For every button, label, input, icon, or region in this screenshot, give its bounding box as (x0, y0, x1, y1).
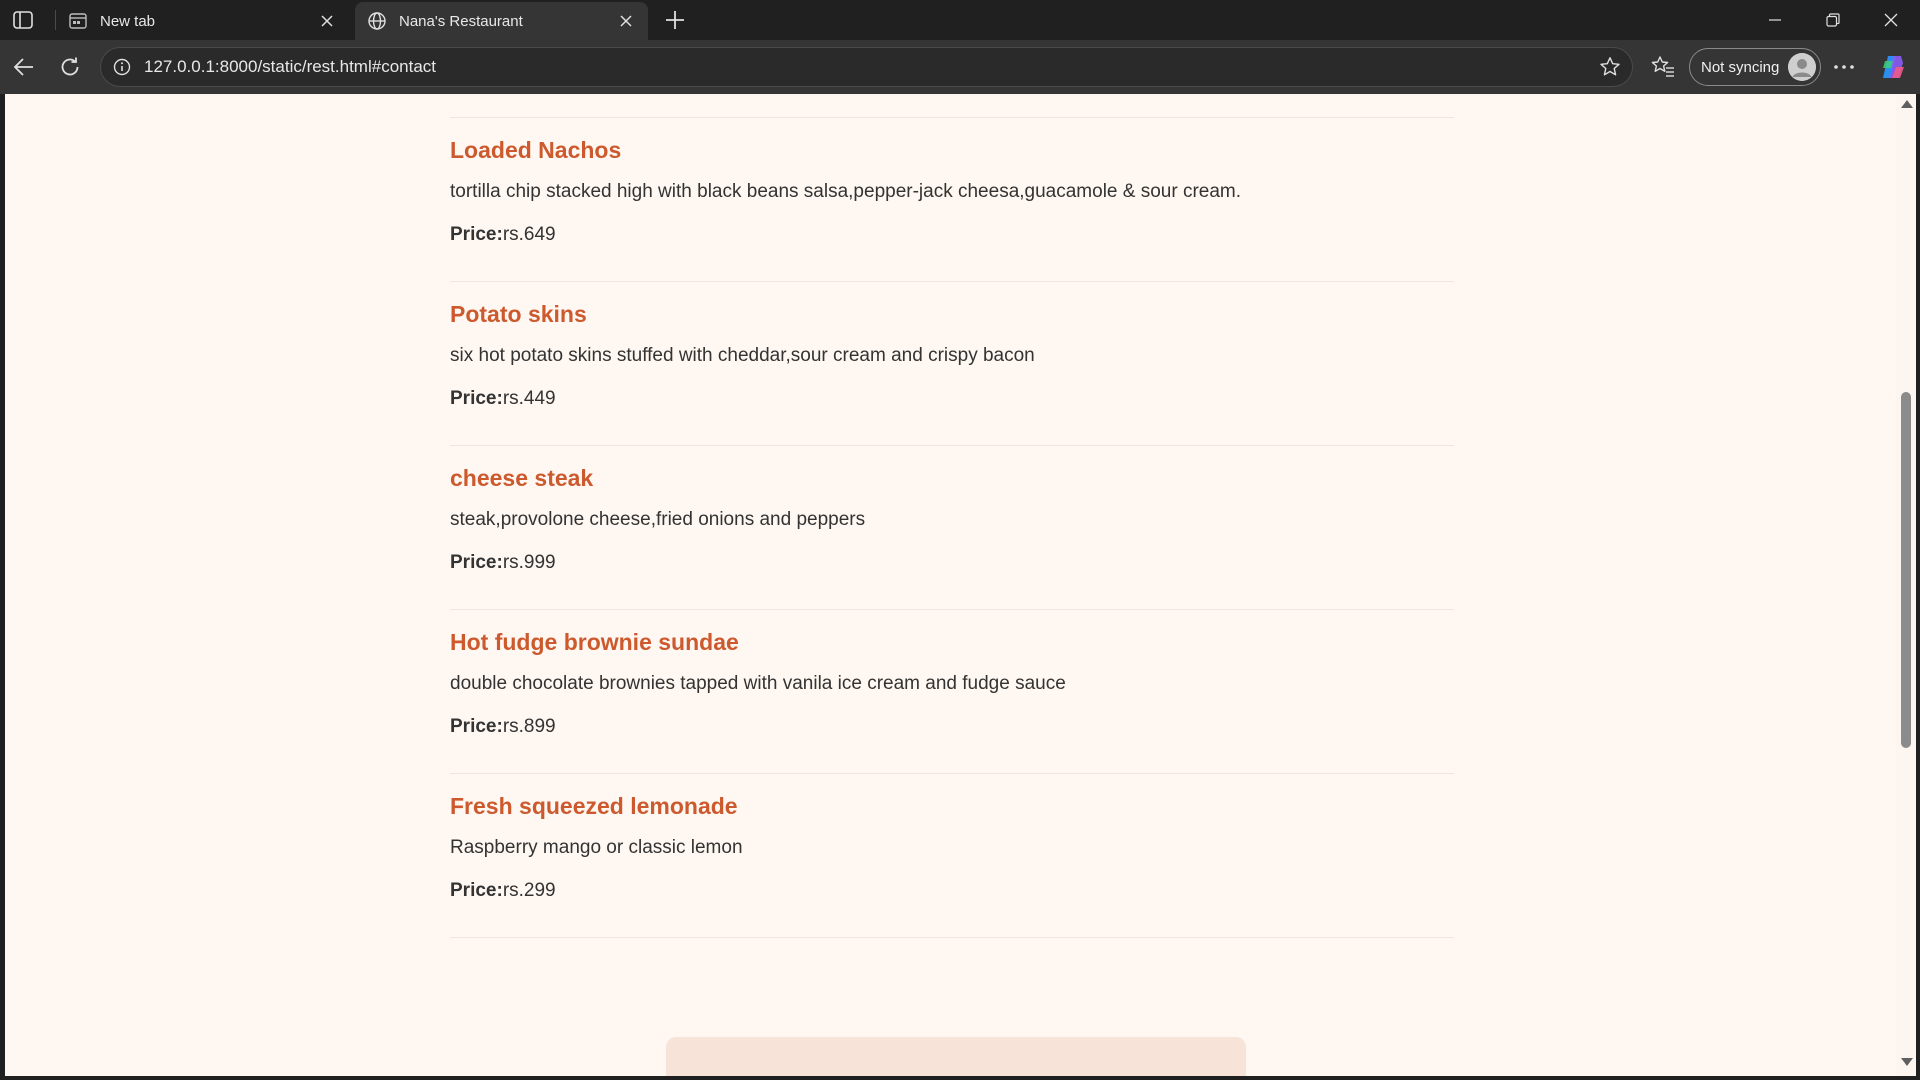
page-viewport: Loaded Nachos tortilla chip stacked high… (5, 94, 1896, 1076)
menu-item-price: Price:rs.649 (450, 223, 1454, 247)
menu-item: Fresh squeezed lemonade Raspberry mango … (450, 774, 1454, 938)
menu-item: Potato skins six hot potato skins stuffe… (450, 282, 1454, 446)
minimize-icon[interactable] (1755, 6, 1795, 34)
page-scrollbar[interactable] (1896, 94, 1916, 1076)
tab-title: Nana's Restaurant (399, 12, 523, 30)
menu-item: cheese steak steak,provolone cheese,frie… (450, 446, 1454, 610)
menu-item-name: Loaded Nachos (450, 137, 622, 163)
menu-item: Hot fudge brownie sundae double chocolat… (450, 610, 1454, 774)
restore-icon[interactable] (1813, 6, 1853, 34)
menu-item-price: Price:rs.299 (450, 879, 1454, 903)
reload-icon[interactable] (56, 53, 84, 81)
tab-new-tab[interactable]: New tab (56, 2, 349, 40)
window-close-icon[interactable] (1871, 6, 1911, 34)
menu-item-name: cheese steak (450, 465, 594, 491)
favorite-star-icon[interactable] (1598, 55, 1622, 79)
price-label: Price: (450, 224, 503, 245)
tab-title: New tab (100, 12, 156, 30)
menu-item-price: Price:rs.999 (450, 551, 1454, 575)
new-tab-plus-icon[interactable] (663, 8, 687, 32)
price-value: rs.999 (502, 552, 556, 573)
browser-titlebar: New tab Nana's Restaurant (0, 0, 1920, 40)
price-label: Price: (450, 716, 503, 737)
more-options-icon[interactable] (1832, 56, 1856, 78)
menu-item-name: Hot fudge brownie sundae (450, 629, 739, 655)
menu-item-description: six hot potato skins stuffed with chedda… (450, 345, 1035, 366)
browser-toolbar: 127.0.0.1:8000/static/rest.html#contact … (0, 40, 1920, 94)
sync-status-label: Not syncing (1701, 58, 1780, 76)
menu-item-description: Raspberry mango or classic lemon (450, 837, 743, 858)
new-tab-page-icon (68, 11, 88, 31)
price-value: rs.449 (502, 388, 556, 409)
address-bar[interactable]: 127.0.0.1:8000/static/rest.html#contact (100, 47, 1633, 87)
menu-item-name: Potato skins (450, 301, 587, 327)
contact-section-card (666, 1037, 1246, 1076)
menu-item-description: tortilla chip stacked high with black be… (450, 181, 1242, 202)
menu-item-name: Fresh squeezed lemonade (450, 793, 738, 819)
price-label: Price: (450, 552, 503, 573)
copilot-icon[interactable] (1879, 53, 1907, 81)
url-text[interactable]: 127.0.0.1:8000/static/rest.html#contact (144, 57, 1598, 77)
menu-item-description: double chocolate brownies tapped with va… (450, 673, 1066, 694)
divider (450, 94, 1454, 118)
back-arrow-icon[interactable] (10, 53, 38, 81)
globe-icon (367, 11, 387, 31)
menu-item-description: steak,provolone cheese,fried onions and … (450, 509, 866, 530)
favorites-icon[interactable] (1650, 54, 1676, 80)
close-icon[interactable] (616, 11, 636, 31)
close-icon[interactable] (317, 11, 337, 31)
price-value: rs.299 (502, 880, 556, 901)
scrollbar-thumb[interactable] (1901, 392, 1911, 748)
scroll-down-arrow-icon[interactable] (1901, 1058, 1913, 1066)
sidebar-toggle-icon[interactable] (12, 9, 34, 31)
scroll-up-arrow-icon[interactable] (1901, 100, 1913, 108)
price-label: Price: (450, 880, 503, 901)
window-bottom-edge (0, 1076, 1920, 1080)
menu-item: Loaded Nachos tortilla chip stacked high… (450, 118, 1454, 282)
menu-item-price: Price:rs.899 (450, 715, 1454, 739)
profile-sync-button[interactable]: Not syncing (1689, 48, 1821, 86)
menu-list: Loaded Nachos tortilla chip stacked high… (450, 94, 1454, 938)
tab-nanas-restaurant[interactable]: Nana's Restaurant (355, 2, 648, 40)
avatar (1788, 53, 1816, 81)
menu-item-price: Price:rs.449 (450, 387, 1454, 411)
price-label: Price: (450, 388, 503, 409)
price-value: rs.899 (502, 716, 556, 737)
site-info-icon[interactable] (113, 58, 131, 76)
price-value: rs.649 (502, 224, 556, 245)
